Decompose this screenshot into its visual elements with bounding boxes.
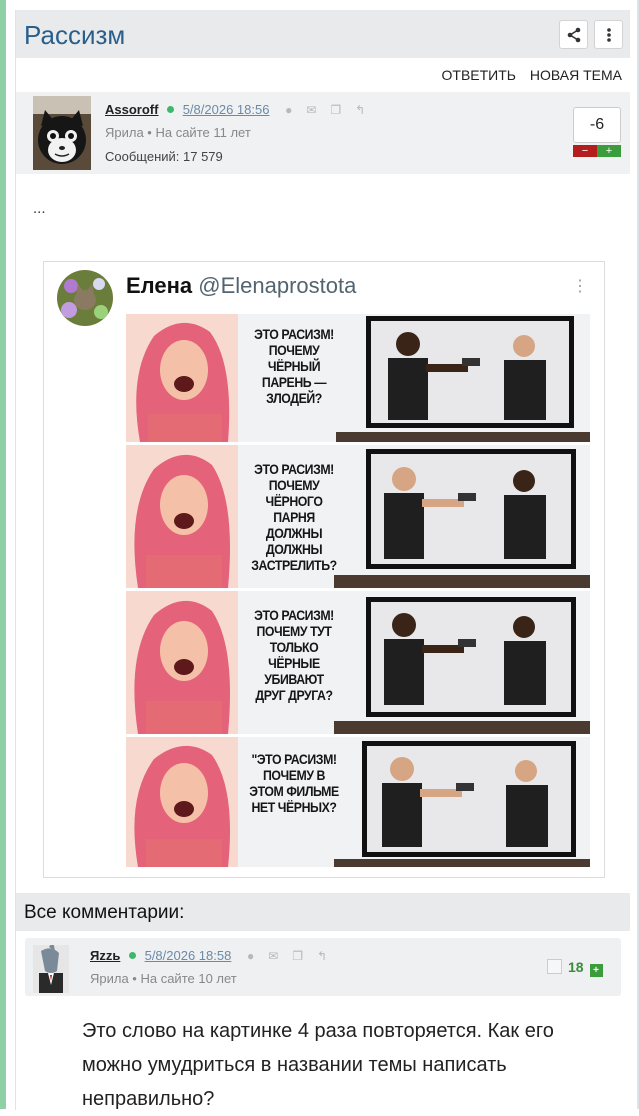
author-meta: Ярила • На сайте 11 лет: [105, 125, 251, 140]
comments-title: Все комментарии:: [24, 902, 185, 923]
upvote-button[interactable]: +: [589, 964, 603, 977]
meme-caption: ЭТО РАСИЗМ! ПОЧЕМУ ЧЁРНЫЙ ПАРЕНЬ — ЗЛОДЕ…: [254, 326, 334, 406]
reply-link[interactable]: ОТВЕТИТЬ: [442, 67, 516, 83]
meme-panel-scene: [126, 737, 590, 867]
comment-rating-value: 18: [568, 959, 584, 975]
tweet-handle: @Elenaprostota: [198, 273, 357, 298]
tweet-avatar: [57, 270, 113, 326]
left-accent-bar: [0, 0, 6, 1109]
avatar[interactable]: [33, 945, 69, 993]
meme-panel: ЭТО РАСИЗМ! ПОЧЕМУ ТУТ ТОЛЬКО ЧЁРНЫЕ УБИ…: [126, 591, 590, 734]
tweet-author-name: Елена: [126, 273, 193, 298]
quote-icon[interactable]: ❐: [330, 103, 355, 117]
post-tools: ●✉❐↰: [285, 103, 379, 117]
author-name[interactable]: Assoroff: [105, 102, 158, 117]
meme-panel-scene: [126, 314, 590, 442]
comment-text: Это слово на картинке 4 раза повторяется…: [82, 1020, 554, 1110]
new-topic-link[interactable]: НОВАЯ ТЕМА: [530, 67, 622, 83]
post-body-text: ...: [33, 200, 46, 217]
topic-actions: ОТВЕТИТЬ НОВАЯ ТЕМА: [432, 67, 622, 83]
post-author-line: Assoroff 5/8/2026 18:56 ●✉❐↰: [105, 102, 379, 117]
meme-panel: ЭТО РАСИЗМ! ПОЧЕМУ ЧЁРНОГО ПАРНЯ ДОЛЖНЫ …: [126, 445, 590, 588]
topic-page: Рассизм ОТВЕТИТЬ НОВАЯ ТЕМА Assoroff 5/8…: [15, 10, 630, 1110]
more-button[interactable]: [594, 20, 623, 49]
comment: Яzzь 5/8/2026 18:58 ●✉❐↰ Ярила • На сайт…: [16, 931, 630, 996]
cat-avatar-image: [33, 96, 91, 170]
quote-icon[interactable]: ❐: [292, 949, 317, 963]
meme-panel: "ЭТО РАСИЗМ! ПОЧЕМУ В ЭТОМ ФИЛЬМЕ НЕТ ЧЁ…: [126, 737, 590, 867]
more-vertical-icon: [606, 27, 611, 42]
meme-caption: ЭТО РАСИЗМ! ПОЧЕМУ ТУТ ТОЛЬКО ЧЁРНЫЕ УБИ…: [254, 607, 334, 703]
meme-caption: ЭТО РАСИЗМ! ПОЧЕМУ ЧЁРНОГО ПАРНЯ ДОЛЖНЫ …: [251, 461, 337, 573]
meme-panel-scene: [126, 591, 590, 734]
avatar[interactable]: [33, 96, 91, 170]
rating-value: -6: [573, 107, 621, 143]
topic-title: Рассизм: [24, 20, 126, 50]
post-date[interactable]: 5/8/2026 18:56: [183, 102, 270, 117]
post-rating: -6 − +: [573, 107, 621, 159]
comment-date[interactable]: 5/8/2026 18:58: [145, 948, 232, 963]
tweet-more-icon: ⋮: [572, 278, 588, 295]
downvote-button[interactable]: −: [573, 145, 597, 157]
tweet-author: Елена @Elenaprostota: [126, 273, 356, 299]
comment-author-line: Яzzь 5/8/2026 18:58 ●✉❐↰: [90, 948, 341, 963]
reply-icon[interactable]: ↰: [355, 103, 379, 117]
meme-caption: "ЭТО РАСИЗМ! ПОЧЕМУ В ЭТОМ ФИЛЬМЕ НЕТ ЧЁ…: [249, 751, 339, 815]
post-header: Assoroff 5/8/2026 18:56 ●✉❐↰ Ярила • На …: [16, 92, 630, 174]
comment-tools: ●✉❐↰: [247, 949, 341, 963]
share-icon: [567, 27, 580, 42]
comment-author-meta: Ярила • На сайте 10 лет: [90, 971, 237, 986]
mail-icon[interactable]: ✉: [268, 949, 292, 963]
topic-header: Рассизм: [16, 10, 630, 58]
info-icon[interactable]: ●: [285, 103, 306, 117]
message-count: Сообщений: 17 579: [105, 149, 223, 164]
share-button[interactable]: [559, 20, 588, 49]
upvote-button[interactable]: +: [597, 145, 621, 157]
rating-bar: − +: [573, 145, 621, 157]
reply-icon[interactable]: ↰: [317, 949, 341, 963]
meme-panel-scene: [126, 445, 590, 588]
comment-header: Яzzь 5/8/2026 18:58 ●✉❐↰ Ярила • На сайт…: [25, 938, 621, 996]
downvote-button[interactable]: [547, 959, 562, 974]
info-icon[interactable]: ●: [247, 949, 268, 963]
flowers-cat-avatar-image: [57, 270, 113, 326]
shark-avatar-image: [33, 945, 69, 993]
comment-author-name[interactable]: Яzzь: [90, 948, 120, 963]
online-indicator: [167, 106, 175, 113]
comment-rating: 18 +: [547, 959, 603, 977]
meme-image[interactable]: Елена @Elenaprostota ⋮ ЭТО РАСИЗМ! ПОЧЕМ…: [43, 261, 605, 878]
meme-panel: ЭТО РАСИЗМ! ПОЧЕМУ ЧЁРНЫЙ ПАРЕНЬ — ЗЛОДЕ…: [126, 314, 590, 442]
mail-icon[interactable]: ✉: [306, 103, 330, 117]
online-indicator: [128, 952, 136, 959]
comments-header: Все комментарии:: [16, 893, 630, 931]
